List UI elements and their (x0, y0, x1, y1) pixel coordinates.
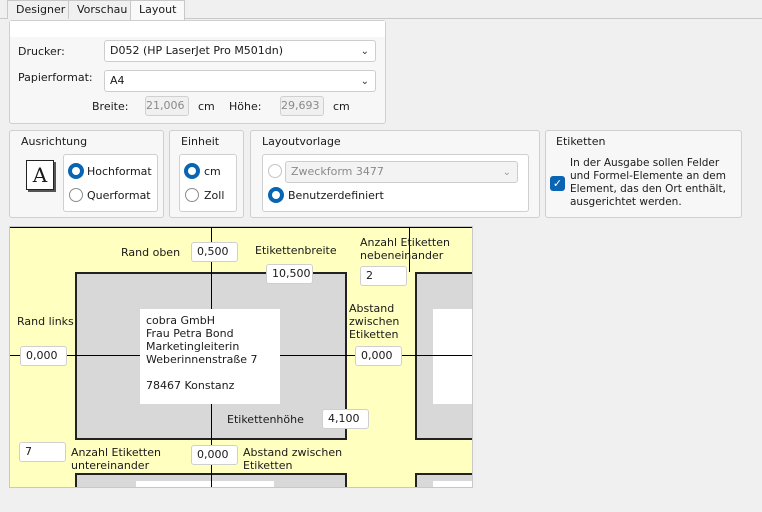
rand-links-label: Rand links (17, 315, 74, 328)
cm-label: cm (204, 165, 221, 178)
abstand-v-label-2: Etiketten (243, 459, 293, 472)
etikettenbreite-input[interactable]: 10,500 (266, 264, 313, 284)
etikettenhoehe-label: Etikettenhöhe (227, 413, 304, 426)
etikettenhoehe-input[interactable]: 4,100 (322, 409, 369, 429)
tab-vorschau[interactable]: Vorschau (68, 0, 137, 19)
hoehe-field: 29,693 (280, 96, 324, 116)
address-line: 78467 Konstanz (146, 379, 235, 392)
breite-field: 21,006 (145, 96, 189, 116)
hoehe-unit: cm (333, 100, 350, 113)
printer-group-header (10, 21, 385, 37)
einheit-title: Einheit (181, 135, 220, 148)
papierformat-value: A4 (110, 74, 125, 87)
chevron-down-icon: ⌄ (360, 46, 369, 57)
tab-designer[interactable]: Designer (7, 0, 75, 19)
label-address-area-below-right (433, 481, 472, 487)
zoll-radio[interactable] (185, 188, 199, 202)
abstand-h-label-1: Abstand (349, 302, 395, 315)
hochformat-label: Hochformat (87, 165, 152, 178)
chevron-down-icon: ⌄ (502, 167, 511, 178)
top-guide-line (10, 227, 472, 228)
rand-oben-label: Rand oben (121, 246, 181, 259)
portrait-orientation-icon: A (26, 160, 54, 190)
anzahl-nebeneinander-label-1: Anzahl Etiketten (360, 236, 450, 249)
breite-label: Breite: (92, 100, 129, 113)
anzahl-untereinander-label-2: untereinander (71, 459, 150, 472)
querformat-label: Querformat (87, 189, 151, 202)
layoutvorlage-title: Layoutvorlage (262, 135, 341, 148)
abstand-v-label-1: Abstand zwischen (243, 446, 343, 459)
benutzerdefiniert-radio[interactable] (268, 187, 284, 203)
address-block: cobra GmbH Frau Petra Bond Marketingleit… (140, 309, 280, 404)
abstand-h-label-3: Etiketten (349, 328, 399, 341)
etiketten-text: In der Ausgabe sollen Felder und Formel-… (570, 157, 726, 208)
address-line: Frau Petra Bond (146, 327, 234, 340)
label-address-area-right (433, 309, 472, 404)
address-line: cobra GmbH (146, 314, 216, 327)
hoehe-label: Höhe: (229, 100, 262, 113)
tab-layout[interactable]: Layout (130, 0, 186, 20)
drucker-label: Drucker: (18, 45, 65, 58)
etikettenbreite-label: Etikettenbreite (255, 244, 337, 257)
abstand-zwischen-h-input[interactable]: 0,000 (355, 346, 402, 366)
einheit-options (179, 154, 237, 212)
template-select[interactable]: Zweckform 3477 ⌄ (285, 161, 518, 183)
address-line (146, 366, 274, 379)
anzahl-untereinander-label-1: Anzahl Etiketten (71, 446, 161, 459)
drucker-value: D052 (HP LaserJet Pro M501dn) (110, 44, 284, 57)
chevron-down-icon: ⌄ (360, 76, 369, 87)
address-line: Weberinnenstraße 7 (146, 353, 258, 366)
breite-unit: cm (198, 100, 215, 113)
template-value: Zweckform 3477 (291, 165, 384, 178)
label-address-area-below (136, 481, 274, 487)
address-line: Marketingleiterin (146, 340, 240, 353)
anzahl-nebeneinander-label-2: nebeneinander (360, 249, 444, 262)
etiketten-title: Etiketten (556, 135, 606, 148)
label-layout-preview: cobra GmbH Frau Petra Bond Marketingleit… (9, 226, 473, 488)
rand-oben-input[interactable]: 0,500 (191, 242, 238, 262)
abstand-h-label-2: zwischen (349, 315, 400, 328)
etiketten-checkbox[interactable]: ✓ (550, 176, 565, 191)
rand-links-input[interactable]: 0,000 (20, 346, 67, 366)
ausrichtung-title: Ausrichtung (21, 135, 88, 148)
hochformat-radio[interactable] (68, 163, 84, 179)
anzahl-untereinander-input[interactable]: 7 (19, 442, 66, 462)
anzahl-nebeneinander-input[interactable]: 2 (360, 266, 407, 286)
papierformat-select[interactable]: A4 ⌄ (104, 70, 376, 92)
drucker-select[interactable]: D052 (HP LaserJet Pro M501dn) ⌄ (104, 40, 376, 62)
zoll-label: Zoll (204, 189, 225, 202)
querformat-radio[interactable] (69, 188, 83, 202)
abstand-zwischen-v-input[interactable]: 0,000 (191, 445, 238, 465)
benutzerdefiniert-label: Benutzerdefiniert (288, 189, 384, 202)
cm-radio[interactable] (184, 163, 200, 179)
template-radio[interactable] (268, 164, 282, 178)
papierformat-label: Papierformat: (18, 71, 93, 84)
